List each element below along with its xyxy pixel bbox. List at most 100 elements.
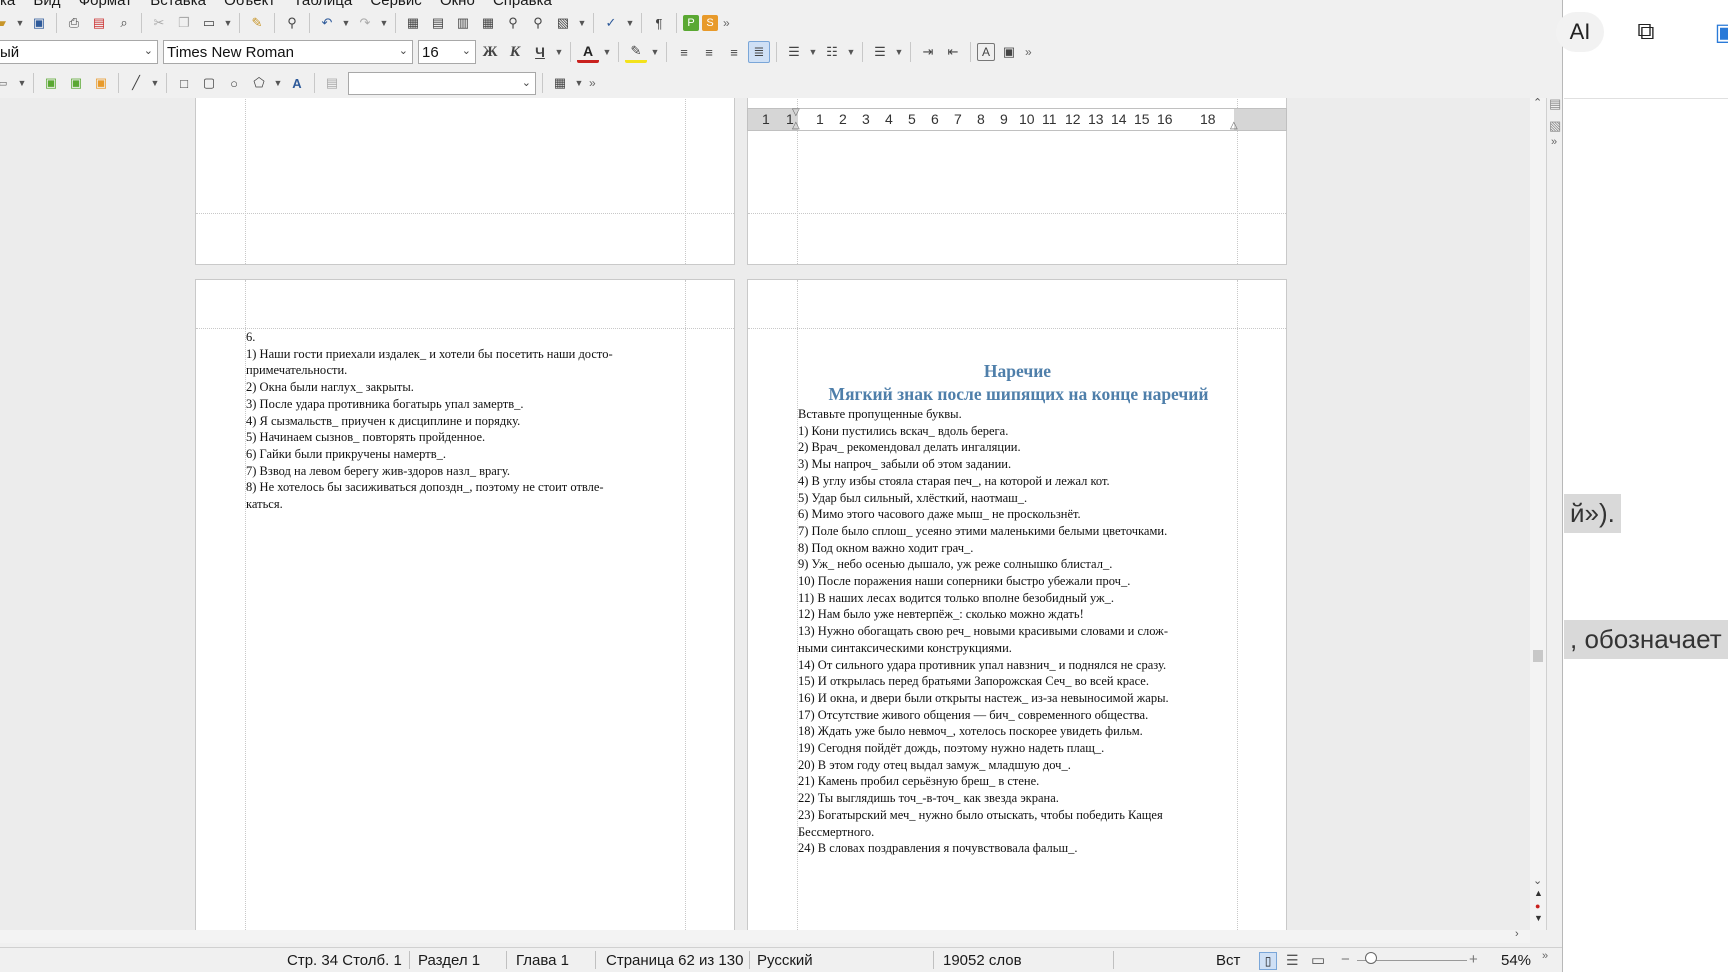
insert-frame-icon[interactable]: ▣ bbox=[40, 72, 62, 94]
indent-marker-icon[interactable]: ▽ bbox=[792, 107, 800, 118]
scroll-thumb[interactable] bbox=[1533, 650, 1543, 662]
status-insert-mode[interactable]: Вст bbox=[1216, 952, 1240, 969]
scroll-right-icon[interactable]: › bbox=[1515, 928, 1519, 940]
extension-orange-icon[interactable]: S bbox=[702, 15, 718, 31]
chevron-down-icon[interactable]: ▼ bbox=[17, 78, 27, 88]
line-icon[interactable]: ╱ bbox=[125, 72, 147, 94]
print-icon[interactable]: ⎙ bbox=[63, 12, 85, 34]
zoom-slider-thumb[interactable] bbox=[1365, 952, 1377, 964]
status-position[interactable]: Стр. 34 Столб. 1 bbox=[287, 952, 402, 969]
formatting-marks-icon[interactable]: ¶ bbox=[648, 12, 670, 34]
align-center-icon[interactable]: ≡ bbox=[698, 41, 720, 63]
fontwork-icon[interactable]: A bbox=[286, 72, 308, 94]
save-icon[interactable]: ▣ bbox=[28, 12, 50, 34]
chevron-down-icon[interactable]: ▼ bbox=[808, 47, 818, 57]
chevron-down-icon[interactable]: ⌄ bbox=[144, 44, 153, 57]
chevron-down-icon[interactable]: ⌄ bbox=[462, 44, 471, 57]
paragraph-format-icon[interactable]: ▣ bbox=[998, 41, 1020, 63]
find-icon[interactable]: ⚲ bbox=[281, 12, 303, 34]
properties-icon[interactable]: ▤ bbox=[1549, 96, 1561, 112]
menu-item-object[interactable]: Объект bbox=[224, 0, 275, 9]
ole-object-icon[interactable]: ▭ bbox=[0, 72, 14, 94]
previous-page-icon[interactable]: ▲ bbox=[1534, 888, 1543, 898]
insert-chart-icon[interactable]: ▣ bbox=[65, 72, 87, 94]
menu-item-view[interactable]: Вид bbox=[33, 0, 60, 9]
more-options-icon[interactable]: » bbox=[1542, 950, 1548, 962]
app-icon[interactable]: ▣ bbox=[1702, 12, 1728, 52]
scroll-down-icon[interactable]: ⌄ bbox=[1533, 874, 1542, 887]
chevron-down-icon[interactable]: ▼ bbox=[625, 18, 635, 28]
more-options-icon[interactable]: » bbox=[723, 16, 730, 30]
status-chapter[interactable]: Глава 1 bbox=[516, 952, 569, 969]
chevron-down-icon[interactable]: ▼ bbox=[223, 18, 233, 28]
insert-table-icon[interactable]: ▦ bbox=[477, 12, 499, 34]
vertical-scrollbar[interactable]: ⌃ ⌄ ▲ ● ▼ bbox=[1530, 96, 1546, 930]
chevron-down-icon[interactable]: ▼ bbox=[273, 78, 283, 88]
align-right-icon[interactable]: ≡ bbox=[723, 41, 745, 63]
font-name-combo[interactable]: Times New Roman ⌄ bbox=[163, 40, 413, 64]
scroll-up-icon[interactable]: ⌃ bbox=[1533, 96, 1542, 109]
more-options-icon[interactable]: » bbox=[1551, 136, 1557, 148]
chevron-down-icon[interactable]: ▼ bbox=[554, 47, 564, 57]
outline-list-icon[interactable]: ☰ bbox=[869, 41, 891, 63]
chevron-down-icon[interactable]: ▼ bbox=[574, 78, 584, 88]
undo-icon[interactable]: ↶ bbox=[316, 12, 338, 34]
chat-icon[interactable]: ⧉ bbox=[1622, 12, 1670, 52]
single-page-view-icon[interactable]: ▯ bbox=[1259, 952, 1277, 970]
object-name-combo[interactable]: ⌄ bbox=[348, 71, 536, 95]
ellipse-icon[interactable]: ○ bbox=[223, 72, 245, 94]
cut-icon[interactable]: ✂ bbox=[148, 12, 170, 34]
menu-item-tools[interactable]: Сервис bbox=[370, 0, 421, 9]
status-language[interactable]: Русский bbox=[757, 952, 813, 969]
chevron-down-icon[interactable]: ▼ bbox=[15, 18, 25, 28]
menu-item-format[interactable]: Формат bbox=[79, 0, 132, 9]
font-size-combo[interactable]: 16 ⌄ bbox=[418, 40, 476, 64]
spelling-icon[interactable]: ✓ bbox=[600, 12, 622, 34]
menu-item-help[interactable]: Справка bbox=[493, 0, 552, 9]
chevron-down-icon[interactable]: ▼ bbox=[379, 18, 389, 28]
chevron-down-icon[interactable]: ▼ bbox=[341, 18, 351, 28]
clone-formatting-icon[interactable]: ✎ bbox=[246, 12, 268, 34]
bullet-list-icon[interactable]: ☰ bbox=[783, 41, 805, 63]
menu-item-insert[interactable]: Вставка bbox=[150, 0, 206, 9]
more-options-icon[interactable]: » bbox=[1025, 45, 1032, 59]
left-page-text[interactable]: 6. 1) Наши гости приехали издалек_ и хот… bbox=[246, 329, 685, 513]
justify-icon[interactable]: ≣ bbox=[748, 41, 770, 63]
status-word-count[interactable]: 19052 слов bbox=[943, 952, 1022, 969]
copy-icon[interactable]: ❐ bbox=[173, 12, 195, 34]
increase-indent-icon[interactable]: ⇥ bbox=[917, 41, 939, 63]
open-icon[interactable]: ▰ bbox=[0, 12, 12, 34]
indent-marker-icon[interactable]: △ bbox=[1230, 120, 1238, 131]
table-borders-icon[interactable]: ▦ bbox=[549, 72, 571, 94]
status-page[interactable]: Страница 62 из 130 bbox=[606, 952, 744, 969]
styles-icon[interactable]: ▧ bbox=[1549, 118, 1561, 134]
chevron-down-icon[interactable]: ▼ bbox=[846, 47, 856, 57]
bold-button[interactable]: Ж bbox=[479, 41, 501, 63]
align-left-icon[interactable]: ≡ bbox=[673, 41, 695, 63]
text-box-icon[interactable]: ▤ bbox=[321, 72, 343, 94]
underline-button[interactable]: Ч bbox=[529, 41, 551, 63]
status-section[interactable]: Раздел 1 bbox=[418, 952, 480, 969]
menu-item-table[interactable]: Таблица bbox=[293, 0, 352, 9]
next-page-icon[interactable]: ▼ bbox=[1534, 913, 1543, 923]
chevron-down-icon[interactable]: ▼ bbox=[602, 47, 612, 57]
paste-icon[interactable]: ▭ bbox=[198, 12, 220, 34]
horizontal-scrollbar[interactable]: › bbox=[0, 928, 1530, 943]
book-view-icon[interactable]: ▭ bbox=[1311, 951, 1325, 969]
menu-item-window[interactable]: Окно bbox=[440, 0, 475, 9]
redo-icon[interactable]: ↷ bbox=[354, 12, 376, 34]
paragraph-style-combo[interactable]: ый ⌄ bbox=[0, 40, 158, 64]
italic-button[interactable]: К bbox=[504, 41, 526, 63]
zoom-in-icon[interactable]: + bbox=[1469, 951, 1478, 968]
character-format-button[interactable]: A bbox=[977, 43, 995, 61]
more-options-icon[interactable]: » bbox=[589, 76, 596, 90]
numbered-list-icon[interactable]: ☷ bbox=[821, 41, 843, 63]
chevron-down-icon[interactable]: ⌄ bbox=[399, 44, 408, 57]
insert-media-icon[interactable]: ▣ bbox=[90, 72, 112, 94]
multi-page-view-icon[interactable]: ☰ bbox=[1286, 952, 1299, 969]
find-replace-icon[interactable]: ⚲ bbox=[502, 12, 524, 34]
navigator-icon[interactable]: ⚲ bbox=[527, 12, 549, 34]
horizontal-ruler[interactable]: 1 1 1 2 3 4 5 6 7 8 9 10 11 12 13 14 15 … bbox=[747, 107, 1287, 131]
extension-green-icon[interactable]: P bbox=[683, 15, 699, 31]
rectangle-icon[interactable]: □ bbox=[173, 72, 195, 94]
